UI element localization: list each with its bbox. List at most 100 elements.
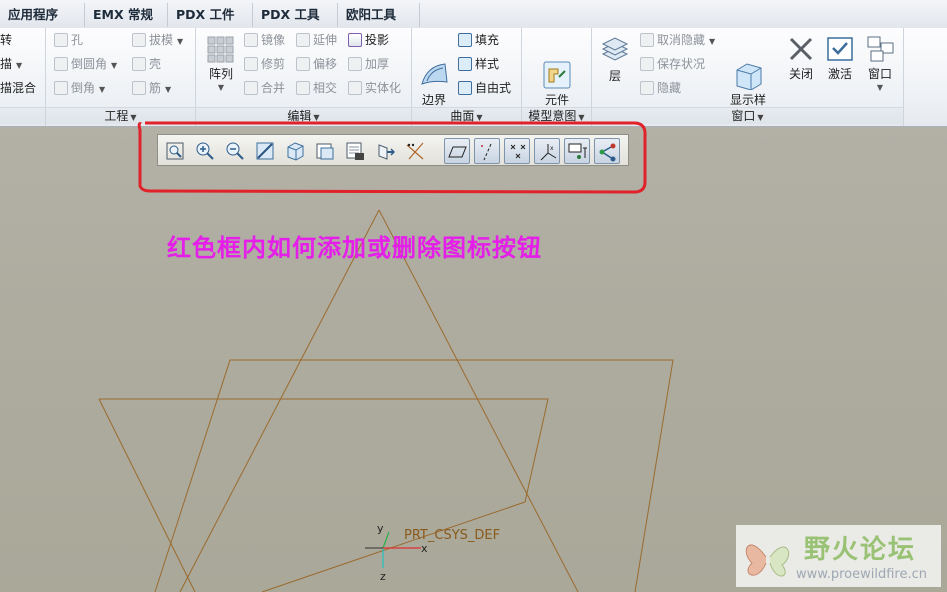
chevron-down-icon: ▼ xyxy=(876,83,884,92)
plane-display-button[interactable] xyxy=(444,138,470,164)
group-label-model-intent[interactable]: 模型意图 ▼ xyxy=(522,107,591,124)
chevron-down-icon: ▼ xyxy=(111,61,118,70)
zoom-in-icon xyxy=(196,142,214,160)
draft-icon xyxy=(132,33,146,47)
group-label-engineering[interactable]: 工程 ▼ xyxy=(46,107,195,124)
datum-display-button[interactable] xyxy=(402,138,428,164)
layer-label: 层 xyxy=(608,69,621,83)
tab-pdx-workpiece[interactable]: PDX 工件 xyxy=(168,3,253,27)
merge-button[interactable]: 合并 xyxy=(244,78,285,98)
csys-display-button[interactable]: x xyxy=(534,138,560,164)
spin-center-button[interactable] xyxy=(594,138,620,164)
hole-button[interactable]: 孔 xyxy=(54,30,83,50)
component-interface-icon xyxy=(542,47,572,89)
tab-applications[interactable]: 应用程序 xyxy=(0,3,85,27)
chevron-down-icon: ▼ xyxy=(16,61,23,70)
save-status-button[interactable]: 保存状况 xyxy=(640,54,705,74)
activate-icon xyxy=(825,34,855,64)
chevron-down-icon: ▼ xyxy=(130,113,137,122)
offset-label: 偏移 xyxy=(313,57,338,71)
activate-button[interactable]: 激活 xyxy=(822,34,858,81)
group-label-window[interactable]: 窗口 ▼ xyxy=(592,107,903,124)
tab-ouyang-tools[interactable]: 欧阳工具 xyxy=(338,3,420,27)
blend-button[interactable]: 描 ▼ xyxy=(0,54,22,74)
fill-button[interactable]: 填充 xyxy=(458,30,499,50)
rib-label: 筋 xyxy=(149,81,162,95)
perspective-button[interactable] xyxy=(372,138,398,164)
zoom-out-button[interactable] xyxy=(222,138,248,164)
array-button[interactable]: 阵列 ▼ xyxy=(202,34,240,94)
shell-label: 壳 xyxy=(149,57,162,71)
graphics-toolbar: x xyxy=(157,134,629,166)
repaint-button[interactable] xyxy=(252,138,278,164)
project-button[interactable]: 投影 xyxy=(348,30,389,50)
annotation-display-icon xyxy=(568,143,587,159)
csys-x-label: x xyxy=(421,542,428,555)
display-style-icon xyxy=(733,47,763,91)
mirror-button[interactable]: 镜像 xyxy=(244,30,285,50)
layer-button[interactable]: 层 xyxy=(598,36,632,83)
point-display-button[interactable] xyxy=(504,138,530,164)
project-icon xyxy=(348,33,362,47)
wire-edge xyxy=(98,398,196,592)
merge-icon xyxy=(244,81,258,95)
swept-blend-button[interactable]: 描混合 xyxy=(0,78,36,98)
round-button[interactable]: 倒圆角 ▼ xyxy=(54,54,117,74)
layer-icon xyxy=(600,36,630,66)
ribbon-tab-bar: 应用程序 EMX 常规 PDX 工件 PDX 工具 欧阳工具 xyxy=(0,0,947,29)
display-style-toolbar-button[interactable] xyxy=(282,138,308,164)
blend-label: 描 xyxy=(0,57,13,71)
graphics-viewport[interactable] xyxy=(0,127,947,592)
solidify-button[interactable]: 实体化 xyxy=(348,78,401,98)
close-button[interactable]: 关闭 xyxy=(784,34,818,81)
csys-y-label: y xyxy=(377,522,384,535)
annotation-text: 红色框内如何添加或删除图标按钮 xyxy=(167,234,542,262)
rib-button[interactable]: 筋 ▼ xyxy=(132,78,171,98)
wire-edge xyxy=(179,209,380,592)
intersect-label: 相交 xyxy=(313,81,338,95)
tab-pdx-tools[interactable]: PDX 工具 xyxy=(253,3,338,27)
mirror-label: 镜像 xyxy=(261,33,286,47)
chevron-down-icon: ▼ xyxy=(476,113,483,122)
group-label-surface[interactable]: 曲面 ▼ xyxy=(412,107,521,124)
saved-orientations-button[interactable] xyxy=(312,138,338,164)
chevron-down-icon: ▼ xyxy=(165,85,172,94)
annotation-display-button[interactable] xyxy=(564,138,590,164)
group-model-intent: 元件 界面 模型意图▼ xyxy=(522,28,592,126)
chamfer-button[interactable]: 倒角 ▼ xyxy=(54,78,105,98)
tab-emx-general[interactable]: EMX 常规 xyxy=(85,3,168,27)
merge-label: 合并 xyxy=(261,81,286,95)
model-intent-label: 模型意图 xyxy=(528,109,577,123)
chevron-down-icon: ▼ xyxy=(177,37,184,46)
wire-edge xyxy=(99,398,549,592)
watermark-url: www.proewildfire.cn xyxy=(796,567,927,582)
unhide-button[interactable]: 取消隐藏 ▼ xyxy=(640,30,715,50)
refit-button[interactable] xyxy=(162,138,188,164)
solidify-label: 实体化 xyxy=(365,81,402,95)
offset-icon xyxy=(296,57,310,71)
axis-display-button[interactable] xyxy=(474,138,500,164)
shell-button[interactable]: 壳 xyxy=(132,54,161,74)
view-manager-button[interactable] xyxy=(342,138,368,164)
trim-button[interactable]: 修剪 xyxy=(244,54,285,74)
intersect-button[interactable]: 相交 xyxy=(296,78,337,98)
chevron-down-icon: ▼ xyxy=(757,113,764,122)
draft-label: 拔模 xyxy=(149,33,174,47)
close-icon xyxy=(786,34,816,64)
hide-button[interactable]: 隐藏 xyxy=(640,78,681,98)
group-label-edit[interactable]: 编辑 ▼ xyxy=(196,107,411,124)
extend-button[interactable]: 延伸 xyxy=(296,30,337,50)
swept-blend-label: 描混合 xyxy=(0,81,37,95)
sweep-button[interactable]: 转 xyxy=(0,30,12,50)
sweep-label: 转 xyxy=(0,33,13,47)
freestyle-button[interactable]: 自由式 xyxy=(458,78,511,98)
group-window: 层 取消隐藏▼ 保存状况 隐藏 显示样 式 关闭 激活 窗口 xyxy=(592,28,904,126)
zoom-in-button[interactable] xyxy=(192,138,218,164)
view-manager-icon xyxy=(346,142,364,160)
forum-watermark: 野火论坛 www.proewildfire.cn xyxy=(736,525,941,587)
thicken-button[interactable]: 加厚 xyxy=(348,54,389,74)
style-button[interactable]: 样式 xyxy=(458,54,499,74)
window-button[interactable]: 窗口 ▼ xyxy=(862,34,898,94)
draft-button[interactable]: 拔模 ▼ xyxy=(132,30,183,50)
offset-button[interactable]: 偏移 xyxy=(296,54,337,74)
